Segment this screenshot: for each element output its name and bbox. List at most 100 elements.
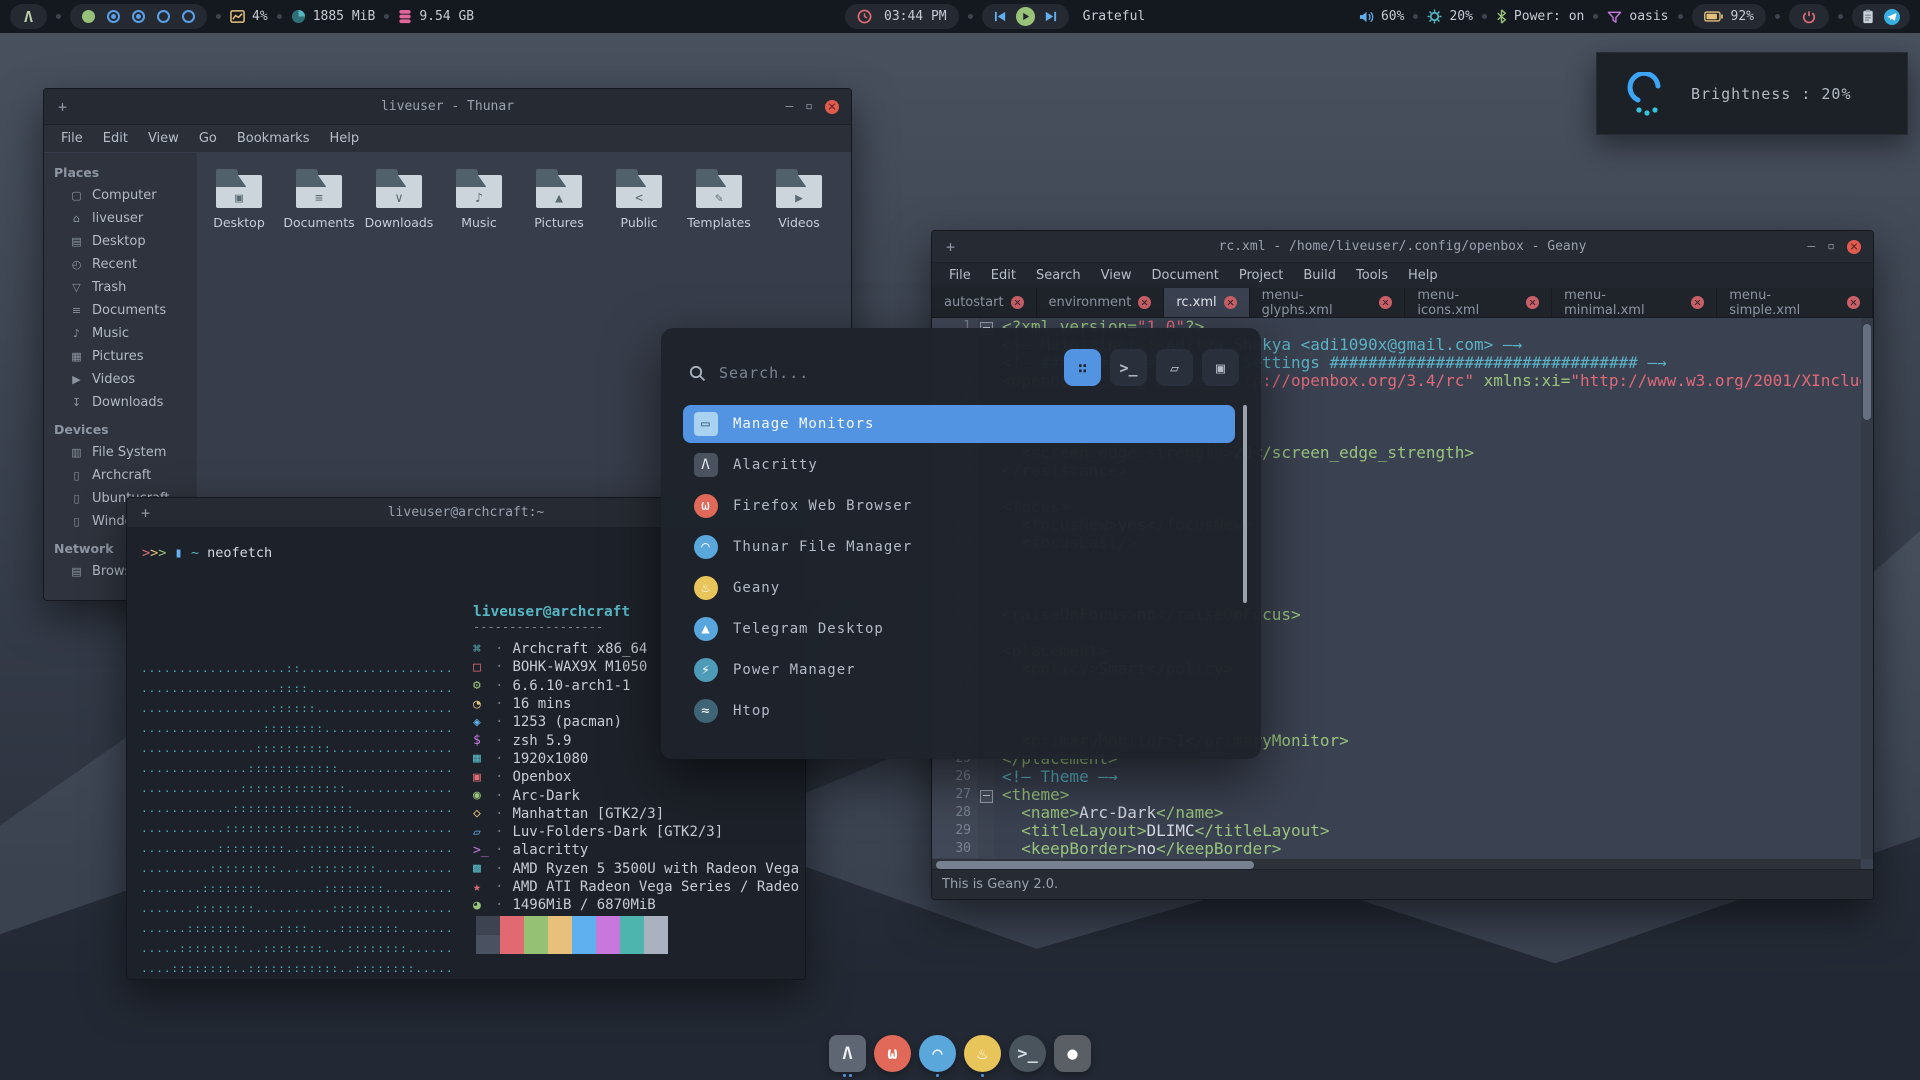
menu-item[interactable]: Search — [1027, 265, 1090, 286]
sidebar-item[interactable]: ⌂liveuser — [44, 207, 197, 230]
files-mode-button[interactable]: ▱ — [1156, 349, 1193, 386]
sidebar-item[interactable]: ▯Archcraft — [44, 464, 197, 487]
document-tab[interactable]: environment — [1037, 288, 1165, 317]
sidebar-item[interactable]: ▥File System — [44, 441, 197, 464]
volume-module[interactable]: 60% — [1359, 9, 1404, 24]
tab-close-icon[interactable] — [1138, 296, 1151, 309]
dock-alacritty-icon[interactable]: Λ — [829, 1035, 866, 1078]
clock-module[interactable]: 03:44 PM — [845, 4, 959, 29]
workspace-dot[interactable] — [132, 10, 145, 23]
clipboard-tray-icon[interactable] — [1862, 9, 1874, 24]
search-input[interactable]: Search... — [719, 364, 809, 382]
menu-item[interactable]: View — [1092, 265, 1141, 286]
dock-thunar-icon[interactable]: ◠ — [919, 1035, 956, 1078]
fold-marker[interactable] — [978, 786, 994, 804]
app-list-item[interactable]: ◠ Thunar File Manager — [683, 528, 1235, 566]
previous-track-icon[interactable] — [994, 10, 1007, 23]
document-tab[interactable]: menu-glyphs.xml — [1250, 288, 1406, 317]
sidebar-item[interactable]: ▤Desktop — [44, 230, 197, 253]
new-tab-button[interactable]: + — [58, 98, 67, 116]
document-tab[interactable]: menu-minimal.xml — [1552, 288, 1717, 317]
menu-item[interactable]: Help — [1399, 265, 1447, 286]
folder-item[interactable]: ♪ Music — [439, 165, 519, 230]
app-list-item[interactable]: ≈ Htop — [683, 692, 1235, 730]
scrollbar-thumb[interactable] — [1863, 324, 1871, 420]
sidebar-item[interactable]: ◴Recent — [44, 253, 197, 276]
close-button[interactable] — [1847, 240, 1861, 254]
vertical-scrollbar[interactable] — [1861, 318, 1873, 859]
scrollbar-thumb[interactable] — [936, 861, 1254, 869]
workspace-dot[interactable] — [82, 10, 95, 23]
menu-item[interactable]: Edit — [982, 265, 1025, 286]
power-button[interactable] — [1789, 4, 1829, 29]
dock-settings-icon[interactable]: ● — [1054, 1035, 1091, 1078]
tab-close-icon[interactable] — [1526, 296, 1539, 309]
app-list-item[interactable]: ♨ Geany — [683, 569, 1235, 607]
fold-marker[interactable] — [978, 768, 994, 786]
sidebar-item[interactable]: ↧Downloads — [44, 391, 197, 414]
folder-item[interactable]: ▶ Videos — [759, 165, 839, 230]
app-list-item[interactable]: ▲ Telegram Desktop — [683, 610, 1235, 648]
run-mode-button[interactable]: >_ — [1110, 349, 1147, 386]
disk-module[interactable]: 9.54 GB — [398, 9, 474, 24]
folder-item[interactable]: ∨ Downloads — [359, 165, 439, 230]
dock-terminal-icon[interactable]: >_ — [1009, 1035, 1046, 1078]
menu-item[interactable]: Go — [190, 128, 226, 149]
bluetooth-module[interactable]: Power: on — [1496, 9, 1584, 24]
menu-item[interactable]: Help — [320, 128, 368, 149]
menu-item[interactable]: Document — [1142, 265, 1227, 286]
tab-close-icon[interactable] — [1691, 296, 1704, 309]
document-tab[interactable]: autostart — [932, 288, 1037, 317]
launcher-button[interactable]: Λ — [10, 4, 47, 29]
menu-item[interactable]: Bookmarks — [228, 128, 319, 149]
folder-item[interactable]: ≡ Documents — [279, 165, 359, 230]
menu-item[interactable]: View — [139, 128, 188, 149]
sidebar-item[interactable]: ▶Videos — [44, 368, 197, 391]
brightness-module[interactable]: 20% — [1427, 9, 1472, 24]
document-tab[interactable]: rc.xml — [1164, 288, 1249, 317]
sidebar-item[interactable]: ▢Computer — [44, 184, 197, 207]
app-list-item[interactable]: ⚡ Power Manager — [683, 651, 1235, 689]
geany-titlebar[interactable]: + rc.xml - /home/liveuser/.config/openbo… — [932, 231, 1873, 263]
document-tab[interactable]: menu-icons.xml — [1405, 288, 1552, 317]
tab-close-icon[interactable] — [1379, 296, 1392, 309]
app-list-item[interactable]: ω Firefox Web Browser — [683, 487, 1235, 525]
next-track-icon[interactable] — [1044, 10, 1057, 23]
thunar-titlebar[interactable]: + liveuser - Thunar – ▫ — [44, 89, 851, 125]
cpu-module[interactable]: 4% — [230, 9, 268, 24]
workspace-dot[interactable] — [157, 10, 170, 23]
dock-firefox-icon[interactable]: ω — [874, 1035, 911, 1078]
menu-item[interactable]: File — [52, 128, 92, 149]
tab-close-icon[interactable] — [1011, 296, 1024, 309]
sidebar-item[interactable]: Places — [44, 161, 197, 184]
tab-close-icon[interactable] — [1847, 296, 1860, 309]
fold-marker[interactable] — [978, 804, 994, 822]
sidebar-item[interactable]: ▽Trash — [44, 276, 197, 299]
menu-item[interactable]: Edit — [94, 128, 137, 149]
new-tab-button[interactable]: + — [141, 504, 150, 522]
battery-module[interactable]: 92% — [1692, 4, 1766, 29]
menu-item[interactable]: File — [940, 265, 980, 286]
sidebar-item[interactable]: ≡Documents — [44, 299, 197, 322]
menu-item[interactable]: Tools — [1347, 265, 1397, 286]
app-list-item[interactable]: Λ Alacritty — [683, 446, 1235, 484]
folder-item[interactable]: ▲ Pictures — [519, 165, 599, 230]
sidebar-item[interactable]: ▦Pictures — [44, 345, 197, 368]
telegram-tray-icon[interactable] — [1884, 9, 1900, 25]
new-tab-button[interactable]: + — [946, 238, 955, 256]
folder-item[interactable]: < Public — [599, 165, 679, 230]
play-button[interactable] — [1016, 7, 1035, 26]
app-list-item[interactable]: ▭ Manage Monitors — [683, 405, 1235, 443]
memory-module[interactable]: 1885 MiB — [291, 9, 376, 24]
close-button[interactable] — [825, 100, 839, 114]
fold-marker[interactable] — [978, 822, 994, 840]
sidebar-item[interactable]: ♪Music — [44, 322, 197, 345]
document-tab[interactable]: menu-simple.xml — [1717, 288, 1873, 317]
folder-item[interactable]: ▣ Desktop — [199, 165, 279, 230]
minimize-button[interactable]: – — [1807, 239, 1815, 254]
tab-close-icon[interactable] — [1224, 296, 1237, 309]
dock-geany-icon[interactable]: ♨ — [964, 1035, 1001, 1078]
windows-mode-button[interactable]: ▣ — [1202, 349, 1239, 386]
minimize-button[interactable]: – — [785, 99, 793, 114]
fold-marker[interactable] — [978, 840, 994, 858]
